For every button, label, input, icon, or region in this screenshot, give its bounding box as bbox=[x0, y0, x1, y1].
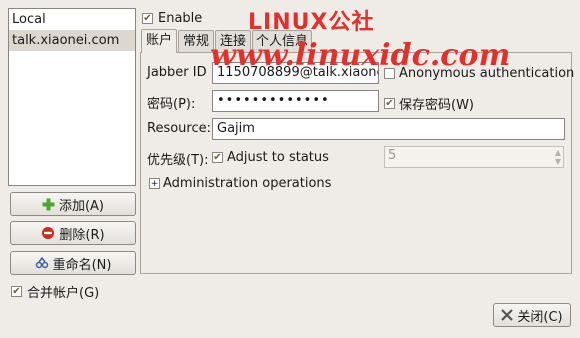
close-icon bbox=[501, 309, 514, 321]
delete-button[interactable]: 删除(R) bbox=[10, 221, 136, 245]
merge-accounts-checkbox[interactable]: ✔ bbox=[11, 286, 22, 297]
close-button[interactable]: 关闭(C) bbox=[493, 303, 571, 327]
tab-account[interactable]: 账户 bbox=[141, 29, 177, 53]
rename-icon bbox=[35, 256, 49, 270]
adjust-to-status-checkbox[interactable]: ✔ bbox=[212, 152, 223, 163]
tab-general[interactable]: 常规 bbox=[178, 30, 214, 52]
enable-toggle[interactable]: ✔ Enable bbox=[142, 11, 202, 26]
password-field[interactable]: ••••••••••••• bbox=[212, 90, 379, 112]
merge-accounts-label: 合并帐户(G) bbox=[27, 286, 100, 301]
rename-button-label: 重命名(N) bbox=[52, 257, 112, 273]
account-list[interactable]: Local talk.xiaonei.com bbox=[8, 8, 136, 186]
add-button-label: 添加(A) bbox=[58, 198, 105, 214]
no-entry-icon bbox=[41, 226, 55, 240]
save-password-toggle[interactable]: ✔ 保存密码(W) bbox=[384, 94, 474, 113]
save-password-label: 保存密码(W) bbox=[399, 98, 474, 113]
admin-ops-expander[interactable]: + Administration operations bbox=[149, 176, 331, 191]
watermark-url: www.linuxidc.com bbox=[210, 38, 511, 73]
adjust-to-status-toggle[interactable]: ✔ Adjust to status bbox=[212, 150, 329, 165]
admin-ops-label: Administration operations bbox=[163, 176, 332, 191]
delete-button-label: 删除(R) bbox=[59, 227, 105, 243]
enable-label: Enable bbox=[158, 11, 203, 26]
watermark-logo: LINUX公社 bbox=[248, 10, 375, 35]
close-button-label: 关闭(C) bbox=[517, 309, 563, 325]
resource-label: Resource: bbox=[147, 121, 211, 136]
resource-field[interactable]: Gajim bbox=[212, 118, 565, 140]
expander-plus-icon: + bbox=[149, 178, 160, 189]
spin-arrows-icon: ▲ ▼ bbox=[554, 148, 561, 166]
priority-spinbutton[interactable]: 5 ▲ ▼ bbox=[384, 146, 564, 168]
password-label: 密码(P): bbox=[147, 97, 196, 112]
jabber-id-label: Jabber ID bbox=[147, 65, 207, 80]
account-item-local[interactable]: Local bbox=[9, 9, 135, 30]
merge-accounts-toggle[interactable]: ✔ 合并帐户(G) bbox=[11, 282, 99, 301]
priority-label: 优先级(T): bbox=[147, 153, 209, 168]
plus-icon bbox=[42, 198, 55, 211]
adjust-to-status-label: Adjust to status bbox=[227, 150, 329, 165]
account-item-xiaonei[interactable]: talk.xiaonei.com bbox=[9, 30, 135, 51]
rename-button[interactable]: 重命名(N) bbox=[10, 251, 136, 275]
save-password-checkbox[interactable]: ✔ bbox=[384, 98, 395, 109]
enable-checkbox[interactable]: ✔ bbox=[142, 13, 153, 24]
add-button[interactable]: 添加(A) bbox=[10, 192, 136, 216]
priority-value: 5 bbox=[388, 148, 397, 163]
